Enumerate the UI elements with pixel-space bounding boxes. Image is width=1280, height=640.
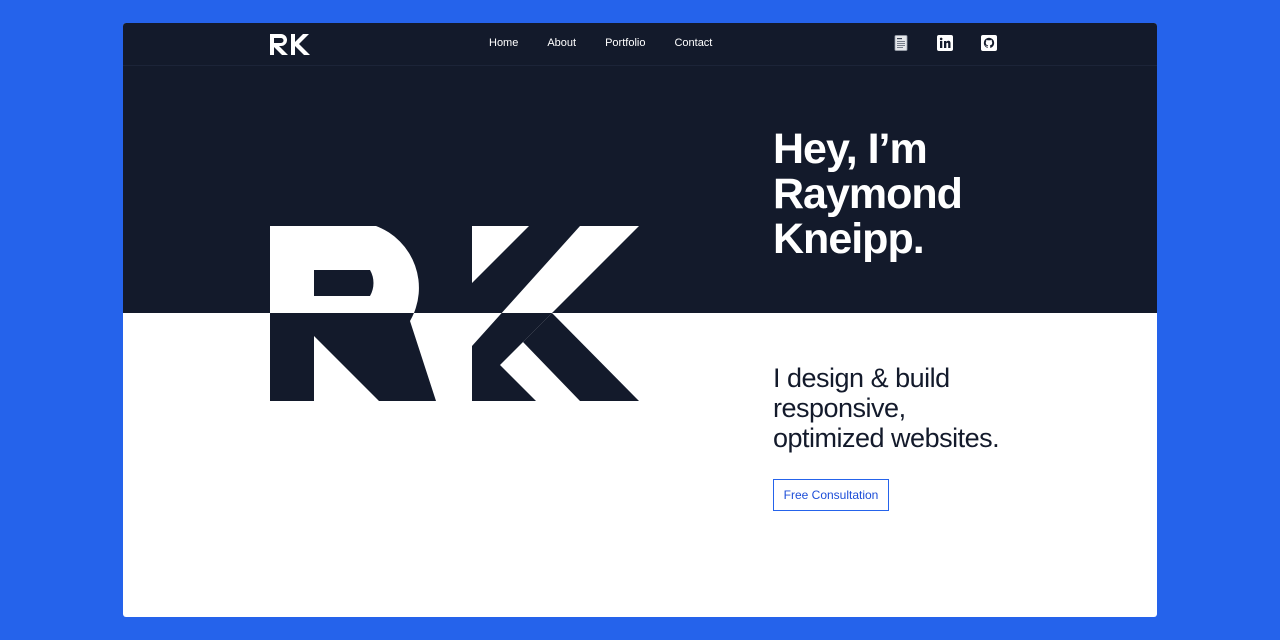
headline-line: Kneipp. xyxy=(773,215,925,263)
hero-headline: Hey, I’m Raymond Kneipp. xyxy=(773,125,963,263)
site-logo[interactable] xyxy=(270,34,314,55)
linkedin-icon[interactable] xyxy=(937,35,953,51)
browser-window: Home About Portfolio Contact Hey, I’m Ra… xyxy=(123,23,1157,617)
nav-link-portfolio[interactable]: Portfolio xyxy=(605,37,645,49)
free-consultation-button[interactable]: Free Consultation xyxy=(773,479,889,511)
resume-document-icon[interactable] xyxy=(893,35,909,51)
top-navigation: Home About Portfolio Contact xyxy=(123,23,1157,66)
nav-links: Home About Portfolio Contact xyxy=(489,37,741,49)
tagline-line: responsive, xyxy=(773,393,906,423)
headline-line: Raymond xyxy=(773,170,963,218)
social-icons xyxy=(893,35,1025,51)
hero-rk-logo xyxy=(270,226,639,401)
tagline-line: optimized websites. xyxy=(773,423,1000,453)
nav-link-contact[interactable]: Contact xyxy=(674,37,712,49)
nav-link-about[interactable]: About xyxy=(547,37,576,49)
nav-link-home[interactable]: Home xyxy=(489,37,518,49)
tagline-line: I design & build xyxy=(773,363,950,393)
github-icon[interactable] xyxy=(981,35,997,51)
headline-line: Hey, I’m xyxy=(773,125,928,173)
hero-tagline: I design & build responsive, optimized w… xyxy=(773,363,1000,453)
